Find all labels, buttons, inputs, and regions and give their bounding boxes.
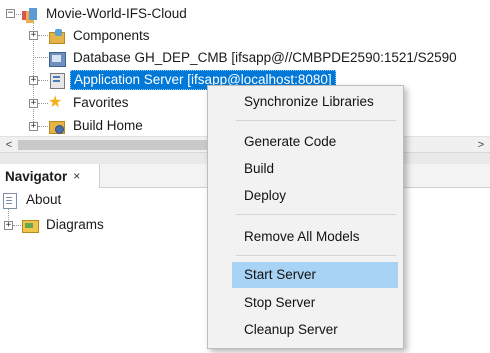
components-folder-icon [48,28,66,44]
tree-node-components[interactable]: Components [48,26,153,46]
navigator-item-about[interactable]: About [1,190,64,210]
expand-toggle[interactable]: + [29,76,38,85]
scroll-right-button[interactable]: > [474,138,488,152]
tree-connector [38,126,48,127]
document-icon [1,192,19,209]
expand-toggle[interactable]: + [29,99,38,108]
close-icon[interactable]: × [73,169,80,183]
collapse-toggle[interactable]: − [6,9,15,18]
menu-item-build[interactable]: Build [232,156,398,182]
menu-item-stop-server[interactable]: Stop Server [232,290,398,316]
menu-separator [236,214,396,215]
menu-item-remove-all-models[interactable]: Remove All Models [232,224,398,250]
tree-connector [38,103,48,104]
tree-node-favorites[interactable]: ★ Favorites [48,93,132,113]
expand-toggle[interactable]: + [4,221,13,230]
expand-toggle[interactable]: + [29,122,38,131]
tree-connector [13,225,21,226]
menu-item-cleanup-server[interactable]: Cleanup Server [232,317,398,343]
menu-item-generate-code[interactable]: Generate Code [232,129,398,155]
application-server-icon [48,72,66,89]
navigator-item-diagrams[interactable]: Diagrams [21,215,107,235]
navigator-item-label: About [26,192,62,207]
scroll-left-button[interactable]: < [2,138,16,152]
menu-item-start-server[interactable]: Start Server [232,262,398,288]
context-menu: Synchronize Libraries Generate Code Buil… [207,85,404,349]
tree-connector [38,35,48,36]
database-icon [48,50,66,67]
navigator-item-label: Diagrams [46,217,104,232]
tree-node-database[interactable]: Database GH_DEP_CMB [ifsapp@//CMBPDE2590… [48,48,460,68]
menu-separator [236,120,396,121]
tree-node-root[interactable]: Movie-World-IFS-Cloud [21,4,190,24]
build-home-icon [48,118,66,134]
tree-node-build-home[interactable]: Build Home [48,116,146,136]
tree-node-label: Movie-World-IFS-Cloud [46,6,187,21]
menu-separator [236,255,396,256]
tree-connector [33,57,48,58]
tab-navigator[interactable]: Navigator × [0,164,100,188]
tree-node-label: Build Home [73,118,143,133]
star-icon: ★ [48,94,63,111]
tree-node-label: Database GH_DEP_CMB [ifsapp@//CMBPDE2590… [73,50,457,65]
expand-toggle[interactable]: + [29,31,38,40]
tree-node-label: Components [73,28,150,43]
diagrams-folder-icon [21,217,39,233]
project-icon [21,6,39,22]
tree-connector [38,80,48,81]
menu-item-deploy[interactable]: Deploy [232,183,398,209]
tab-label: Navigator [5,168,68,184]
menu-item-synchronize-libraries[interactable]: Synchronize Libraries [232,89,398,115]
tree-node-label: Favorites [73,95,129,110]
